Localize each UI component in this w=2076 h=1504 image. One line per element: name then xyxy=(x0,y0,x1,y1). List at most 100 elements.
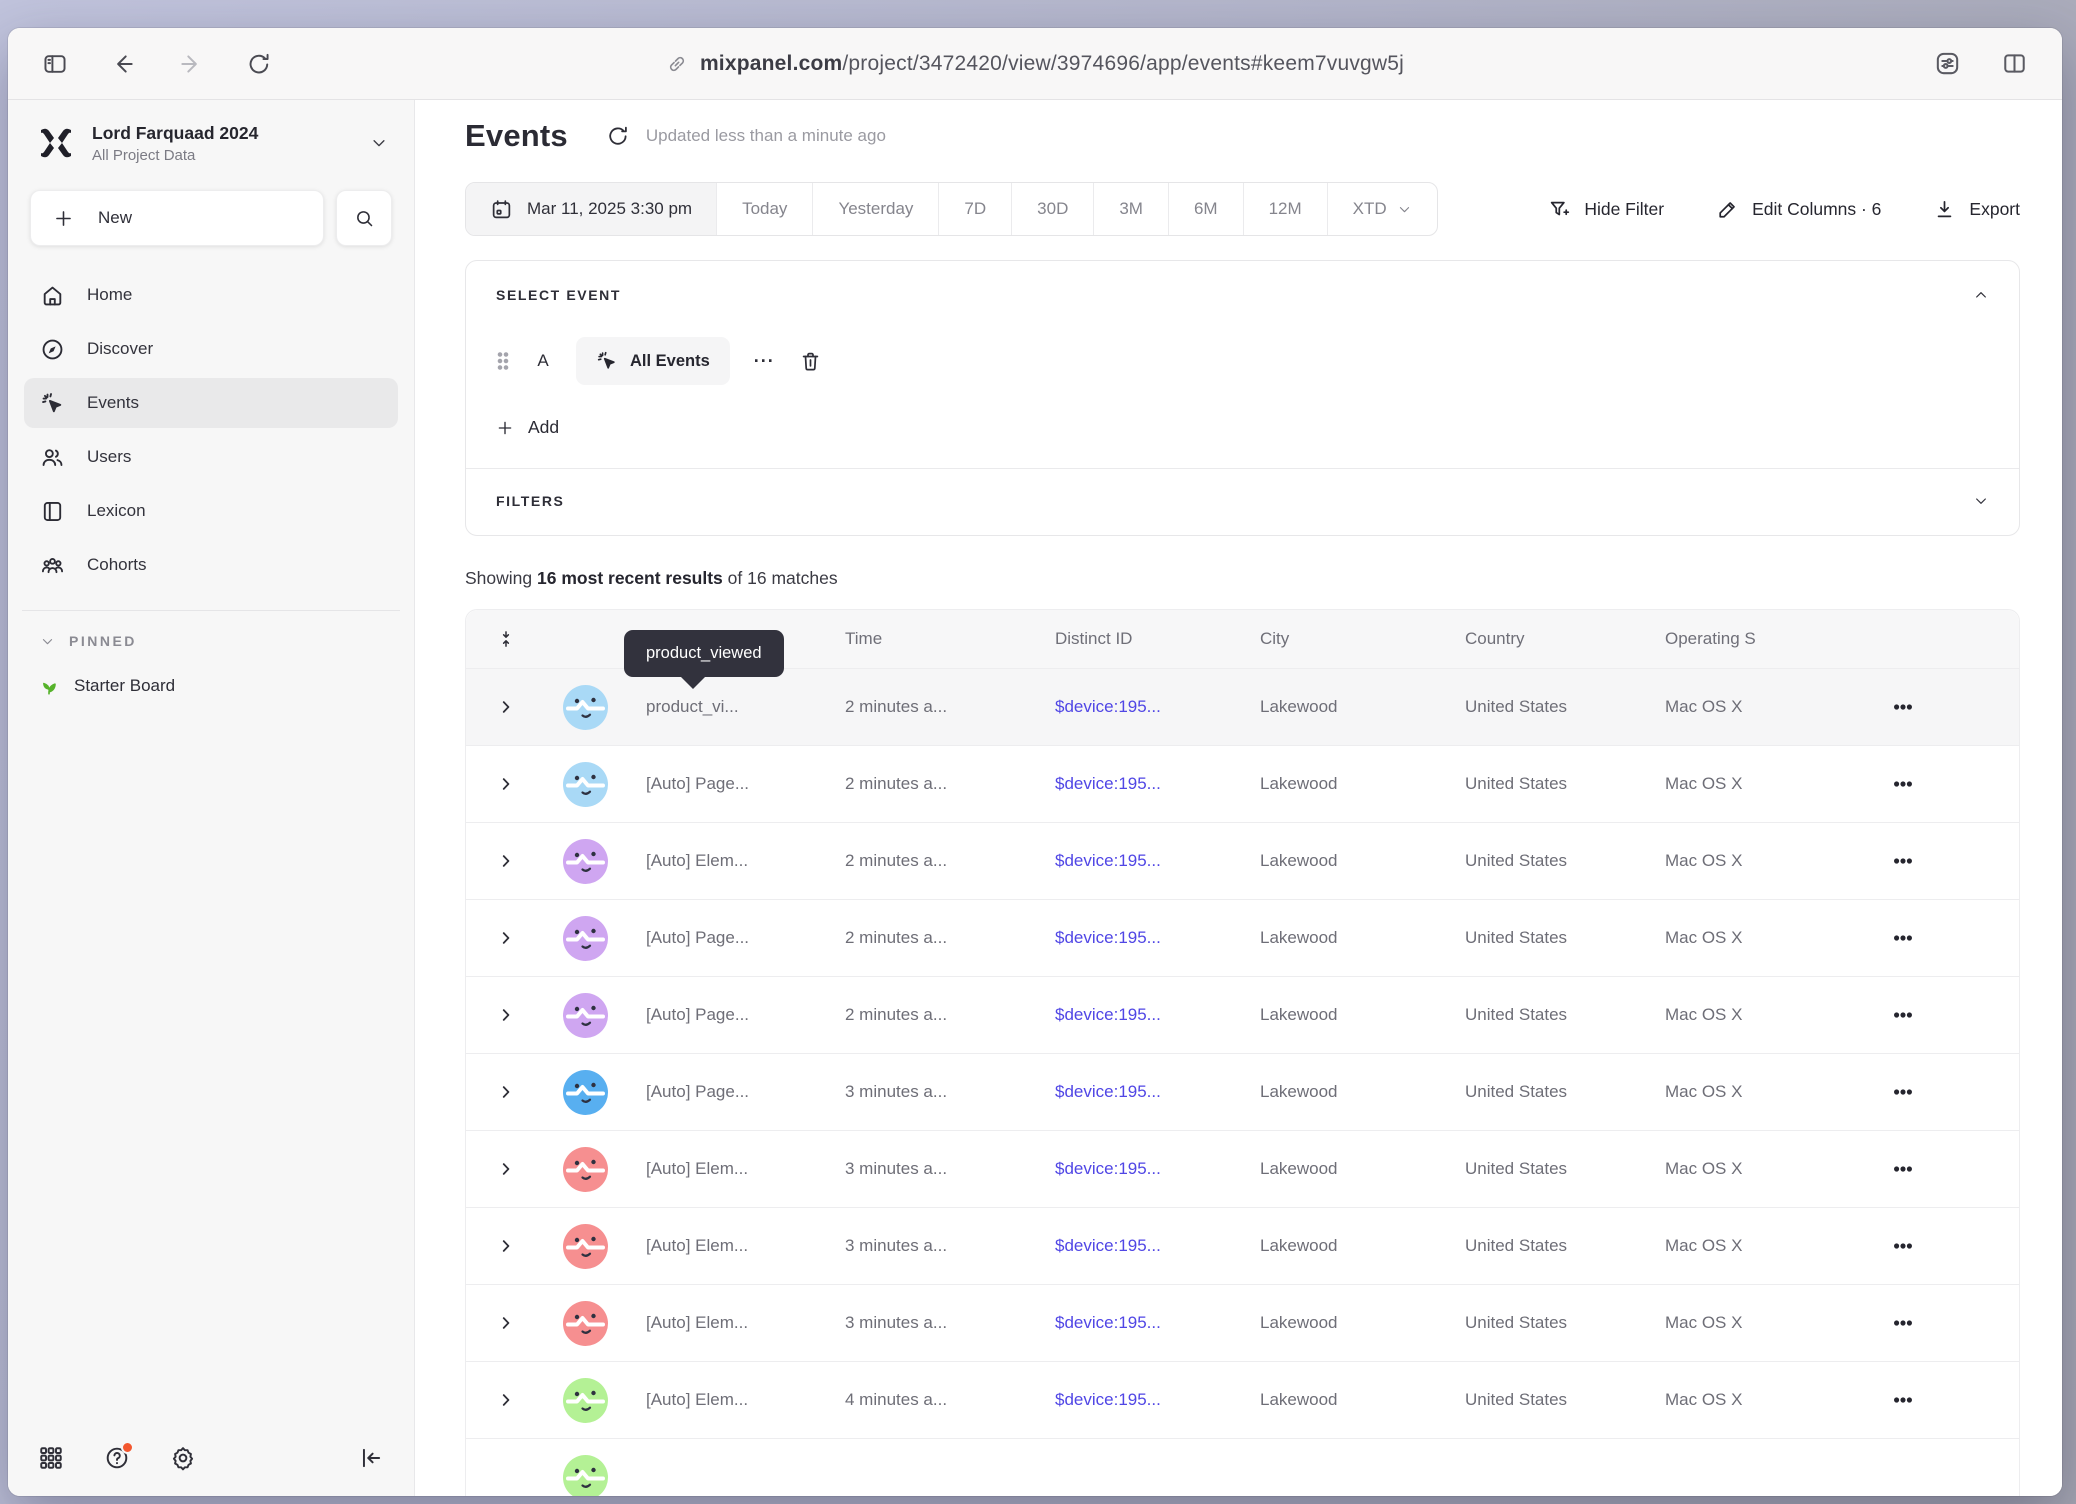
header-city[interactable]: City xyxy=(1246,629,1451,649)
pinned-item-starter-board[interactable]: Starter Board xyxy=(38,675,398,697)
export-button[interactable]: Export xyxy=(1933,198,2020,221)
header-time[interactable]: Time xyxy=(831,629,1041,649)
table-row[interactable]: [Auto] Elem... 3 minutes a... $device:19… xyxy=(466,1207,2019,1284)
distinct-id-link[interactable]: $device:195... xyxy=(1055,1005,1161,1024)
cell-city: Lakewood xyxy=(1246,1082,1451,1102)
query-builder-panel: SELECT EVENT A All Events ··· xyxy=(465,260,2020,536)
row-more-button[interactable] xyxy=(1892,1004,1914,1026)
distinct-id-link[interactable]: $device:195... xyxy=(1055,1390,1161,1409)
forward-icon[interactable] xyxy=(178,51,204,77)
expand-row-button[interactable] xyxy=(497,1006,515,1024)
preset-xtd-dropdown[interactable]: XTD xyxy=(1327,183,1437,235)
search-button[interactable] xyxy=(336,190,392,246)
event-more-button[interactable]: ··· xyxy=(754,351,775,372)
sidebar-toggle-icon[interactable] xyxy=(42,51,68,77)
distinct-id-link[interactable]: $device:195... xyxy=(1055,1082,1161,1101)
expand-row-button[interactable] xyxy=(497,1391,515,1409)
distinct-id-link[interactable]: $device:195... xyxy=(1055,697,1161,716)
expand-row-button[interactable] xyxy=(497,698,515,716)
expand-row-button[interactable] xyxy=(497,929,515,947)
header-country[interactable]: Country xyxy=(1451,629,1651,649)
trash-icon[interactable] xyxy=(799,350,822,373)
expand-section-icon[interactable] xyxy=(1973,493,1989,509)
preset-today[interactable]: Today xyxy=(716,183,812,235)
address-bar[interactable]: mixpanel.com/project/3472420/view/397469… xyxy=(8,52,2062,76)
distinct-id-link[interactable]: $device:195... xyxy=(1055,851,1161,870)
expand-row-button[interactable] xyxy=(497,852,515,870)
extensions-icon[interactable] xyxy=(1934,50,1961,77)
table-row[interactable]: [Auto] Page... 2 minutes a... $device:19… xyxy=(466,745,2019,822)
row-more-button[interactable] xyxy=(1892,1081,1914,1103)
edit-columns-button[interactable]: Edit Columns · 6 xyxy=(1716,198,1881,221)
distinct-id-link[interactable]: $device:195... xyxy=(1055,928,1161,947)
table-row[interactable]: [Auto] Elem... 2 minutes a... $device:19… xyxy=(466,822,2019,899)
sidebar-item-home[interactable]: Home xyxy=(24,270,398,320)
sidebar-item-events[interactable]: Events xyxy=(24,378,398,428)
preset-3m[interactable]: 3M xyxy=(1093,183,1168,235)
preset-30d[interactable]: 30D xyxy=(1011,183,1093,235)
row-more-button[interactable] xyxy=(1892,1312,1914,1334)
expand-row-button[interactable] xyxy=(497,1160,515,1178)
apps-grid-icon[interactable] xyxy=(38,1445,64,1471)
row-more-button[interactable] xyxy=(1892,927,1914,949)
sidebar-item-lexicon[interactable]: Lexicon xyxy=(24,486,398,536)
table-row[interactable]: [Auto] Page... 3 minutes a... $device:19… xyxy=(466,1053,2019,1130)
preset-6m[interactable]: 6M xyxy=(1168,183,1243,235)
sidebar-item-discover[interactable]: Discover xyxy=(24,324,398,374)
all-events-chip[interactable]: All Events xyxy=(576,337,730,385)
collapse-all-rows-icon[interactable] xyxy=(466,629,546,649)
table-row[interactable]: [Auto] Elem... 3 minutes a... $device:19… xyxy=(466,1130,2019,1207)
preset-7d[interactable]: 7D xyxy=(938,183,1011,235)
page-title: Events xyxy=(465,118,568,154)
table-row[interactable]: [Auto] Elem... 3 minutes a... $device:19… xyxy=(466,1284,2019,1361)
row-more-button[interactable] xyxy=(1892,1235,1914,1257)
expand-row-button[interactable] xyxy=(497,1314,515,1332)
sidebar-item-cohorts[interactable]: Cohorts xyxy=(24,540,398,590)
row-more-button[interactable] xyxy=(1892,1158,1914,1180)
project-switcher[interactable]: Lord Farquaad 2024 All Project Data xyxy=(38,120,388,166)
cell-os: Mac OS X xyxy=(1651,851,1856,871)
drag-handle-icon[interactable] xyxy=(496,351,510,371)
distinct-id-link[interactable]: $device:195... xyxy=(1055,1236,1161,1255)
preset-yesterday[interactable]: Yesterday xyxy=(812,183,938,235)
pinned-item-label: Starter Board xyxy=(74,676,175,696)
add-event-button[interactable]: Add xyxy=(496,417,559,438)
table-row[interactable]: [Auto] Page... 2 minutes a... $device:19… xyxy=(466,899,2019,976)
new-button[interactable]: New xyxy=(30,190,324,246)
event-name: [Auto] Elem... xyxy=(646,1159,748,1179)
sidebar-item-users[interactable]: Users xyxy=(24,432,398,482)
header-os[interactable]: Operating S xyxy=(1651,629,1856,649)
row-more-button[interactable] xyxy=(1892,1389,1914,1411)
table-row[interactable] xyxy=(466,1438,2019,1496)
row-more-button[interactable] xyxy=(1892,696,1914,718)
collapse-section-icon[interactable] xyxy=(1973,287,1989,303)
distinct-id-link[interactable]: $device:195... xyxy=(1055,774,1161,793)
table-row[interactable]: [Auto] Page... 2 minutes a... $device:19… xyxy=(466,976,2019,1053)
table-row[interactable]: [Auto] Elem... 4 minutes a... $device:19… xyxy=(466,1361,2019,1438)
cell-country: United States xyxy=(1451,928,1651,948)
collapse-sidebar-icon[interactable] xyxy=(358,1445,384,1471)
cell-country: United States xyxy=(1451,1005,1651,1025)
date-picker[interactable]: Mar 11, 2025 3:30 pm xyxy=(466,183,716,235)
pinned-section-header[interactable]: PINNED xyxy=(40,633,398,649)
split-view-icon[interactable] xyxy=(2001,50,2028,77)
distinct-id-link[interactable]: $device:195... xyxy=(1055,1159,1161,1178)
mixpanel-logo-icon xyxy=(38,120,74,166)
help-icon[interactable] xyxy=(104,1445,130,1471)
cohorts-icon xyxy=(40,553,65,578)
row-more-button[interactable] xyxy=(1892,773,1914,795)
preset-12m[interactable]: 12M xyxy=(1243,183,1327,235)
header-distinct-id[interactable]: Distinct ID xyxy=(1041,629,1246,649)
settings-gear-icon[interactable] xyxy=(170,1445,196,1471)
row-more-button[interactable] xyxy=(1892,850,1914,872)
project-name: Lord Farquaad 2024 xyxy=(92,123,258,144)
hide-filter-button[interactable]: Hide Filter xyxy=(1548,198,1664,221)
cell-time: 2 minutes a... xyxy=(831,928,1041,948)
distinct-id-link[interactable]: $device:195... xyxy=(1055,1313,1161,1332)
expand-row-button[interactable] xyxy=(497,1083,515,1101)
expand-row-button[interactable] xyxy=(497,1237,515,1255)
reload-icon[interactable] xyxy=(246,51,272,77)
expand-row-button[interactable] xyxy=(497,775,515,793)
refresh-icon[interactable] xyxy=(606,124,630,148)
back-icon[interactable] xyxy=(110,51,136,77)
